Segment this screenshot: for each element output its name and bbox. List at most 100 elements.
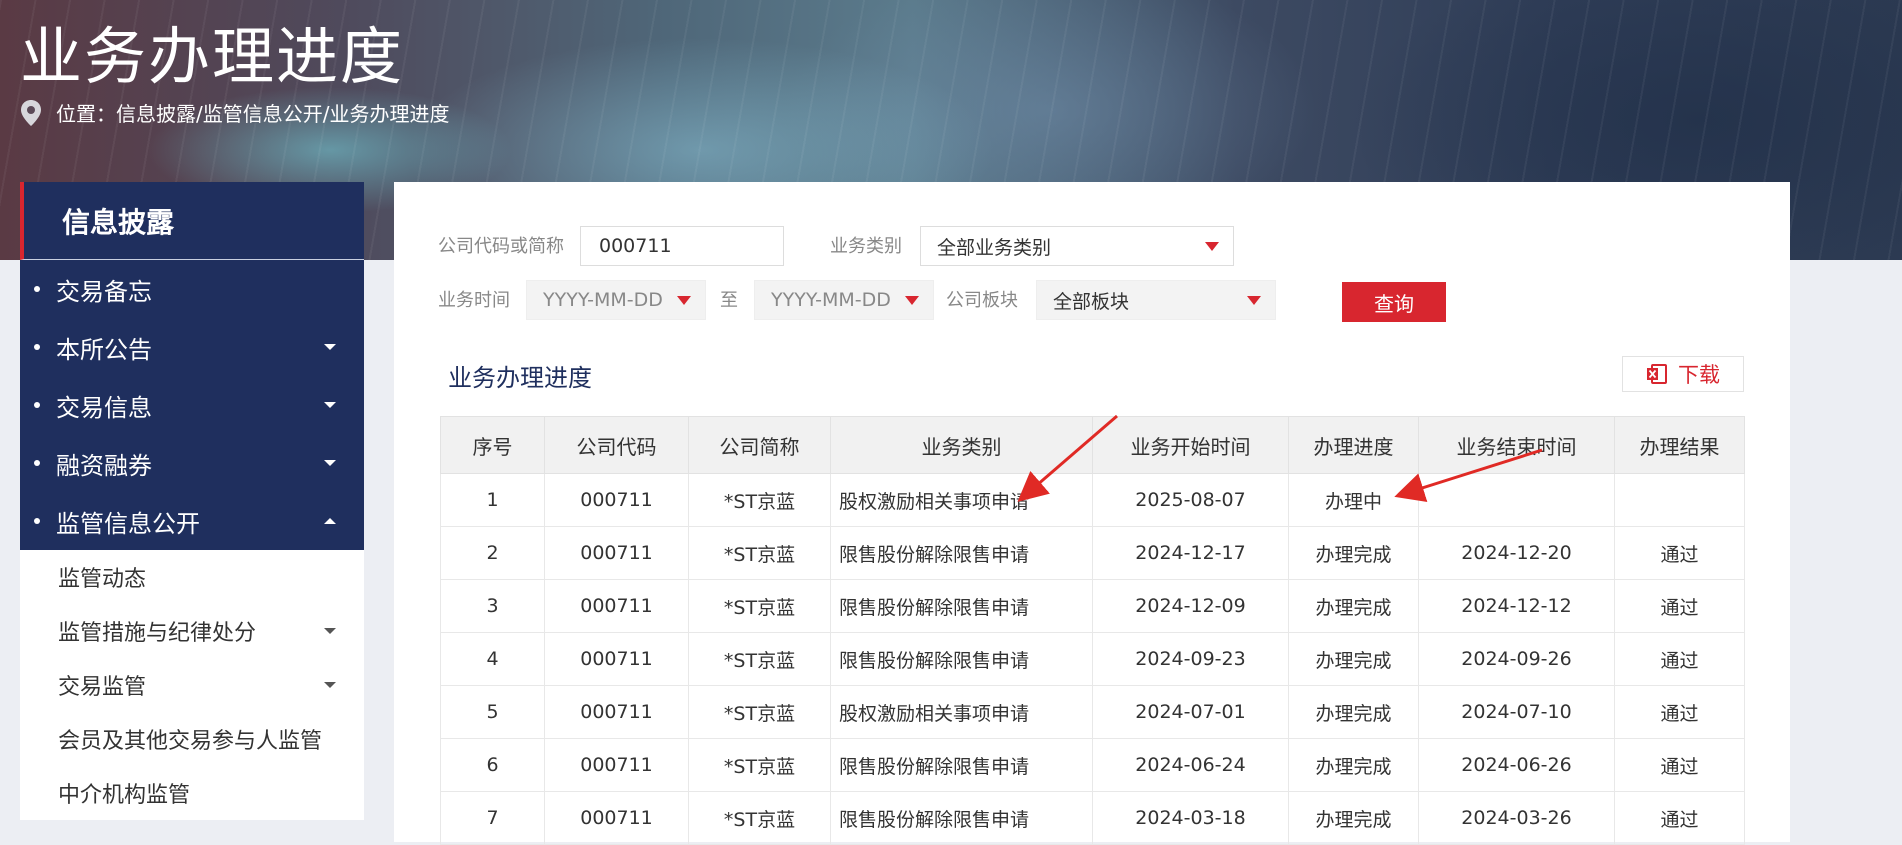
breadcrumb-text: 位置：信息披露/监管信息公开/业务办理进度 <box>56 102 450 126</box>
company-code-input[interactable]: 000711 <box>580 226 784 266</box>
start-date-cell: 2024-06-24 <box>1092 738 1289 792</box>
sidebar-item-trading-memo[interactable]: 交易备忘 <box>20 260 364 318</box>
progress-cell: 办理完成 <box>1288 791 1419 845</box>
end-date-cell: 2024-03-26 <box>1418 791 1615 845</box>
business-type-cell: 股权激励相关事项申请 <box>830 473 1093 527</box>
business-type-select[interactable]: 全部业务类别 <box>920 226 1234 266</box>
dropdown-caret-icon <box>905 296 919 305</box>
company-code-cell: 000711 <box>544 579 689 633</box>
chevron-down-icon <box>324 460 336 466</box>
company-code-cell: 000711 <box>544 526 689 580</box>
start-date-cell: 2024-12-09 <box>1092 579 1289 633</box>
table-header-row: 序号 公司代码 公司简称 业务类别 业务开始时间 办理进度 业务结束时间 办理结… <box>440 416 1745 474</box>
business-type-cell: 限售股份解除限售申请 <box>830 632 1093 686</box>
company-name-cell: *ST京蓝 <box>688 632 831 686</box>
result-cell: 通过 <box>1614 685 1745 739</box>
sidebar: 信息披露 交易备忘 本所公告 交易信息 融资融券 监管信息公开 监管动态 监管措… <box>20 182 364 820</box>
board-select[interactable]: 全部板块 <box>1036 280 1276 320</box>
dropdown-caret-icon <box>677 296 691 305</box>
end-date-cell: 2024-07-10 <box>1418 685 1615 739</box>
sidebar-subitem-label: 监管动态 <box>58 567 147 592</box>
business-type-cell: 限售股份解除限售申请 <box>830 526 1093 580</box>
end-date-cell: 2024-06-26 <box>1418 738 1615 792</box>
sidebar-subitem-label: 中介机构监管 <box>58 783 191 808</box>
table-row: 1 000711 *ST京蓝 股权激励相关事项申请 2025-08-07 办理中 <box>440 473 1745 527</box>
table-row: 4 000711 *ST京蓝 限售股份解除限售申请 2024-09-23 办理完… <box>440 632 1745 686</box>
download-button[interactable]: 下载 <box>1622 356 1744 392</box>
row-index-cell: 2 <box>440 526 545 580</box>
sidebar-item-margin-trading[interactable]: 融资融券 <box>20 434 364 492</box>
column-header: 办理进度 <box>1288 416 1419 474</box>
result-cell: 通过 <box>1614 526 1745 580</box>
result-cell: 通过 <box>1614 791 1745 845</box>
column-header: 办理结果 <box>1614 416 1745 474</box>
end-date-cell: 2024-12-12 <box>1418 579 1615 633</box>
row-index-cell: 6 <box>440 738 545 792</box>
sidebar-item-label: 本所公告 <box>56 335 152 364</box>
end-date-cell: 2024-09-26 <box>1418 632 1615 686</box>
row-index-cell: 4 <box>440 632 545 686</box>
company-code-cell: 000711 <box>544 632 689 686</box>
table-row: 2 000711 *ST京蓝 限售股份解除限售申请 2024-12-17 办理完… <box>440 526 1745 580</box>
sidebar-subitem-trading-supervision[interactable]: 交易监管 <box>20 658 364 712</box>
table-row: 3 000711 *ST京蓝 限售股份解除限售申请 2024-12-09 办理完… <box>440 579 1745 633</box>
table-row: 7 000711 *ST京蓝 限售股份解除限售申请 2024-03-18 办理完… <box>440 791 1745 845</box>
chevron-up-icon <box>324 518 336 524</box>
board-value: 全部板块 <box>1053 290 1130 313</box>
progress-table: 序号 公司代码 公司简称 业务类别 业务开始时间 办理进度 业务结束时间 办理结… <box>440 416 1745 845</box>
company-name-cell: *ST京蓝 <box>688 791 831 845</box>
bullet-icon <box>34 460 40 466</box>
location-pin-icon <box>21 99 41 126</box>
chevron-down-icon <box>324 682 336 688</box>
result-cell: 通过 <box>1614 632 1745 686</box>
start-date-cell: 2024-03-18 <box>1092 791 1289 845</box>
start-date-cell: 2024-12-17 <box>1092 526 1289 580</box>
time-filter-label: 业务时间 <box>438 290 510 311</box>
company-name-cell: *ST京蓝 <box>688 579 831 633</box>
excel-file-icon <box>1647 364 1667 384</box>
date-to-placeholder: YYYY-MM-DD <box>771 289 891 311</box>
sidebar-subitem-regulatory-news[interactable]: 监管动态 <box>20 550 364 604</box>
sidebar-item-trading-info[interactable]: 交易信息 <box>20 376 364 434</box>
page-title: 业务办理进度 <box>20 20 405 93</box>
sidebar-item-label: 交易信息 <box>56 393 152 422</box>
column-header: 业务开始时间 <box>1092 416 1289 474</box>
query-button[interactable]: 查询 <box>1342 282 1446 322</box>
company-code-cell: 000711 <box>544 738 689 792</box>
result-cell: 通过 <box>1614 738 1745 792</box>
to-label: 至 <box>720 290 738 311</box>
sidebar-subitem-label: 监管措施与纪律处分 <box>58 621 257 646</box>
company-code-cell: 000711 <box>544 685 689 739</box>
chevron-down-icon <box>324 344 336 350</box>
business-type-cell: 限售股份解除限售申请 <box>830 738 1093 792</box>
business-type-cell: 股权激励相关事项申请 <box>830 685 1093 739</box>
result-cell: 通过 <box>1614 579 1745 633</box>
sidebar-subitem-intermediary-supervision[interactable]: 中介机构监管 <box>20 766 364 820</box>
table-row: 6 000711 *ST京蓝 限售股份解除限售申请 2024-06-24 办理完… <box>440 738 1745 792</box>
sidebar-item-exchange-announcements[interactable]: 本所公告 <box>20 318 364 376</box>
breadcrumb: 位置：信息披露/监管信息公开/业务办理进度 <box>20 98 449 127</box>
results-title: 业务办理进度 <box>448 364 592 392</box>
row-index-cell: 5 <box>440 685 545 739</box>
date-from-input[interactable]: YYYY-MM-DD <box>526 280 706 320</box>
company-name-cell: *ST京蓝 <box>688 473 831 527</box>
sidebar-subitem-member-supervision[interactable]: 会员及其他交易参与人监管 <box>20 712 364 766</box>
type-filter-label: 业务类别 <box>830 236 902 257</box>
end-date-cell: 2024-12-20 <box>1418 526 1615 580</box>
progress-cell: 办理完成 <box>1288 579 1419 633</box>
business-type-cell: 限售股份解除限售申请 <box>830 579 1093 633</box>
progress-cell: 办理完成 <box>1288 738 1419 792</box>
sidebar-item-regulatory-disclosure[interactable]: 监管信息公开 <box>20 492 364 550</box>
main-panel: 公司代码或简称 000711 业务类别 全部业务类别 业务时间 YYYY-MM-… <box>394 182 1790 845</box>
dropdown-caret-icon <box>1205 242 1219 251</box>
date-to-input[interactable]: YYYY-MM-DD <box>754 280 934 320</box>
column-header: 公司简称 <box>688 416 831 474</box>
business-type-value: 全部业务类别 <box>937 236 1052 259</box>
business-type-cell: 限售股份解除限售申请 <box>830 791 1093 845</box>
progress-cell: 办理完成 <box>1288 632 1419 686</box>
start-date-cell: 2024-07-01 <box>1092 685 1289 739</box>
company-code-cell: 000711 <box>544 791 689 845</box>
sidebar-subitem-measures-discipline[interactable]: 监管措施与纪律处分 <box>20 604 364 658</box>
sidebar-item-label: 交易备忘 <box>56 277 152 306</box>
bullet-icon <box>34 286 40 292</box>
